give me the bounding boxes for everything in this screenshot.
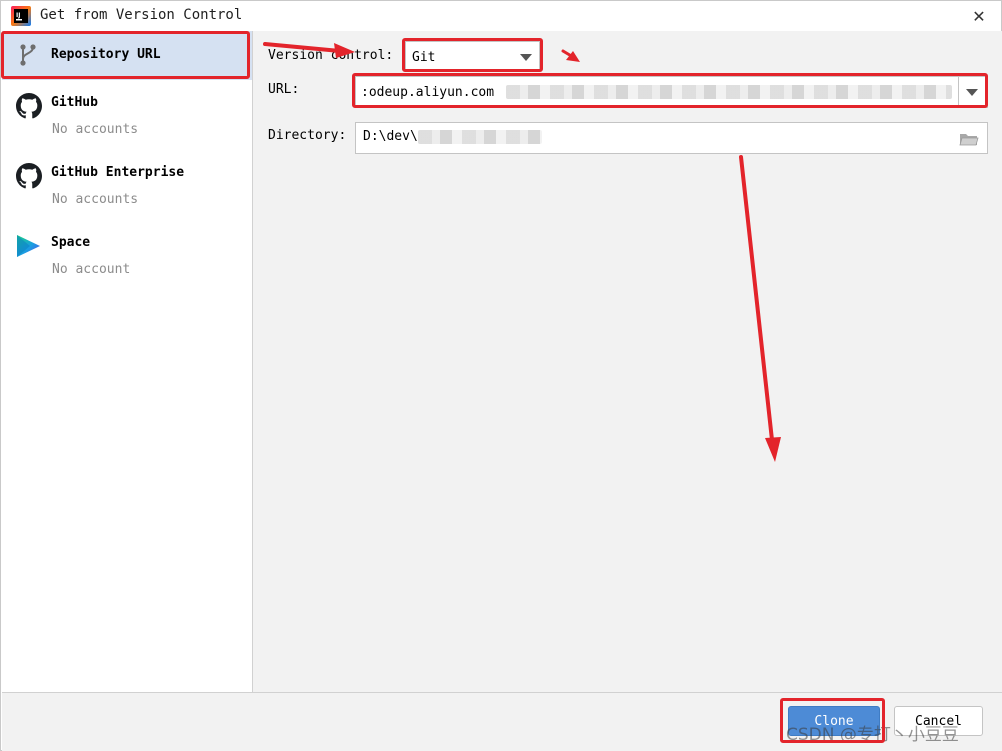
url-value: :odeup.aliyun.com	[361, 85, 495, 100]
close-button[interactable]: ✕	[967, 5, 991, 27]
close-icon: ✕	[972, 6, 986, 26]
sidebar-item-repository-url[interactable]: Repository URL	[2, 31, 252, 80]
github-icon	[16, 163, 42, 189]
redacted-directory-text	[418, 130, 542, 144]
url-input[interactable]: :odeup.aliyun.com	[355, 76, 988, 108]
sidebar-item-label: GitHub Enterprise	[51, 165, 185, 180]
sidebar-item-subtitle: No accounts	[52, 122, 139, 137]
chevron-down-icon[interactable]	[966, 89, 978, 96]
sidebar-item-label: GitHub	[51, 95, 98, 110]
redacted-url-text	[506, 85, 952, 99]
dialog-title: Get from Version Control	[40, 7, 243, 23]
sidebar-item-github-enterprise[interactable]: GitHub Enterprise No accounts	[2, 157, 252, 215]
directory-label: Directory:	[268, 128, 347, 143]
version-control-dropdown[interactable]: Git	[405, 41, 540, 71]
directory-input[interactable]: D:\dev\	[355, 122, 988, 154]
svg-text:IJ: IJ	[16, 12, 20, 19]
sidebar-item-space[interactable]: Space No account	[2, 227, 252, 285]
sidebar-item-subtitle: No account	[52, 262, 131, 277]
sidebar-item-subtitle: No accounts	[52, 192, 139, 207]
sidebar-item-github[interactable]: GitHub No accounts	[2, 87, 252, 145]
cancel-button[interactable]: Cancel	[894, 706, 983, 736]
space-icon	[17, 235, 40, 257]
sidebar: Repository URL GitHub No accounts GitHub…	[2, 31, 253, 692]
button-bar: Clone Cancel CSDN @专打丶小豆豆	[2, 692, 1002, 751]
url-label: URL:	[268, 82, 300, 97]
version-control-value: Git	[412, 50, 436, 65]
intellij-idea-icon: IJ	[11, 6, 31, 26]
directory-value: D:\dev\	[363, 129, 418, 144]
github-icon	[16, 93, 42, 119]
branch-icon	[20, 44, 36, 66]
title-bar: IJ Get from Version Control ✕	[1, 1, 1001, 31]
folder-icon[interactable]	[959, 131, 979, 147]
sidebar-item-label: Space	[51, 235, 91, 250]
version-control-label: Version control:	[268, 48, 394, 63]
dropdown-separator	[958, 77, 959, 107]
dialog-window: IJ Get from Version Control ✕ Repository…	[0, 0, 1002, 751]
sidebar-item-label: Repository URL	[51, 47, 161, 62]
clone-button[interactable]: Clone	[788, 706, 880, 736]
chevron-down-icon	[520, 54, 532, 61]
main-panel: Version control: Git URL: :odeup.aliyun.…	[253, 31, 1002, 692]
